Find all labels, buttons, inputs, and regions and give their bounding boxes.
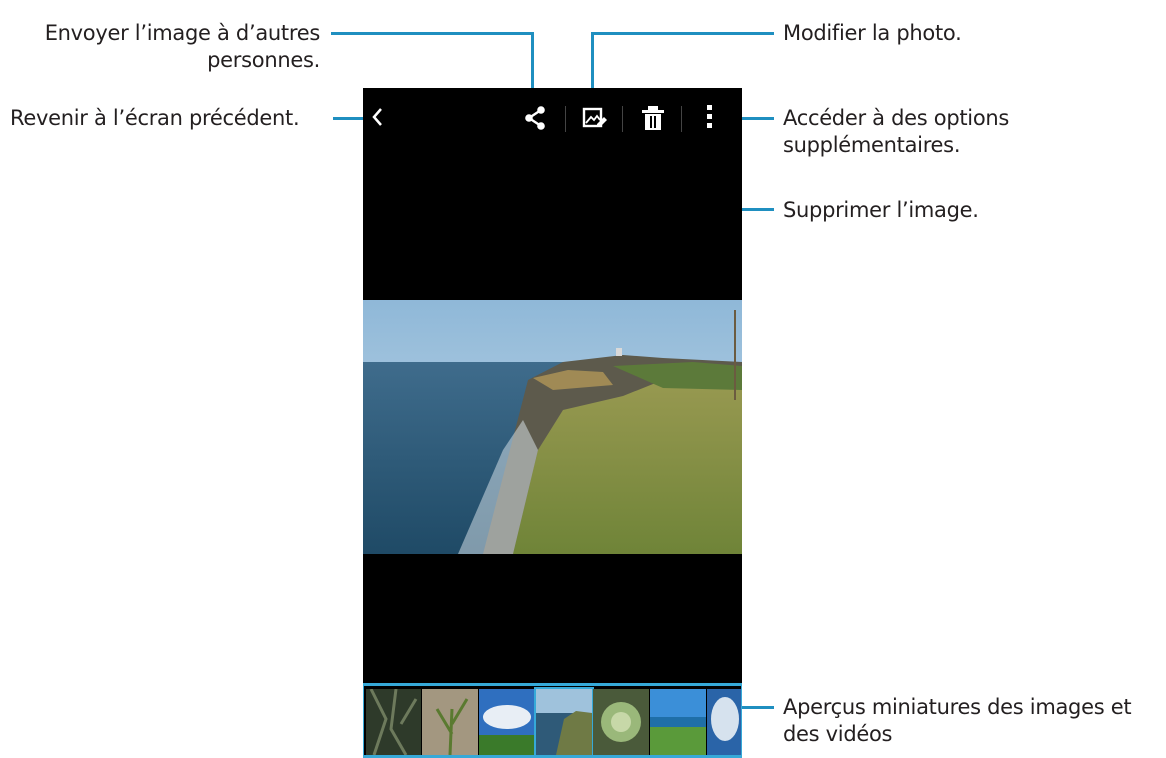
thumbnail-strip[interactable] [363,683,742,758]
more-options-icon[interactable] [706,103,714,131]
delete-icon[interactable] [641,104,665,132]
share-icon[interactable] [523,105,547,131]
callout-more-line1: Accéder à des options [783,106,1010,130]
leader-thumbnails [742,706,774,709]
leader-edit-h [591,32,774,35]
callout-share-line1: Envoyer l’image à d’autres [44,21,321,45]
leader-share-h [331,32,534,35]
toolbar-separator [681,106,682,132]
callout-share-line2: personnes. [207,48,320,72]
callout-thumbnails-line2: des vidéos [783,722,893,746]
back-icon[interactable] [371,106,385,128]
thumbnail[interactable] [650,689,706,755]
gallery-screen [363,88,742,758]
callout-thumbnails-line1: Aperçus miniatures des images et [783,695,1132,719]
thumbnail[interactable] [366,689,421,755]
thumbnail-selected[interactable] [534,687,594,755]
callout-more-line2: supplémentaires. [783,133,961,157]
action-bar [363,88,742,144]
thumbnail[interactable] [422,689,478,755]
callout-more: Accéder à des options supplémentaires. [783,105,1153,159]
callout-share: Envoyer l’image à d’autres personnes. [0,20,321,74]
thumbnail[interactable] [593,689,649,755]
callout-delete: Supprimer l’image. [783,198,979,222]
toolbar-separator [565,106,566,132]
thumbnail[interactable] [479,689,535,755]
callout-edit: Modifier la photo. [783,21,962,45]
callout-thumbnails: Aperçus miniatures des images et des vid… [783,694,1163,748]
callout-back: Revenir à l’écran précédent. [10,106,300,130]
main-photo[interactable] [363,300,742,554]
edit-photo-icon[interactable] [582,105,608,131]
thumbnail[interactable] [707,689,741,755]
toolbar-separator [622,106,623,132]
